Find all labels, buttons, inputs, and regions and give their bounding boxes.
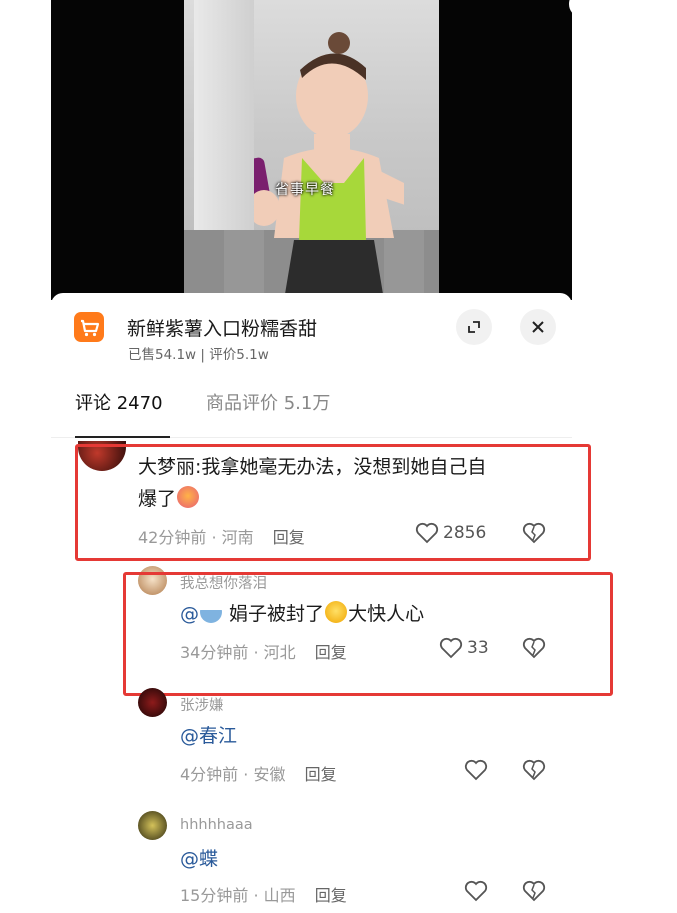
- comment-text: @春江: [180, 720, 237, 752]
- expand-button[interactable]: [456, 309, 492, 345]
- shopping-cart-icon: [74, 312, 104, 342]
- close-button[interactable]: [520, 309, 556, 345]
- dislike-button[interactable]: [522, 759, 546, 785]
- video-person: [254, 32, 404, 300]
- mention-link[interactable]: @春江: [180, 725, 237, 747]
- mention-link[interactable]: @蝶: [180, 848, 218, 870]
- comment-username[interactable]: hhhhhaaa: [180, 817, 253, 833]
- reply-button[interactable]: 回复: [305, 765, 337, 784]
- comment-time: 4分钟前: [180, 765, 239, 784]
- like-button[interactable]: [464, 759, 488, 781]
- avatar[interactable]: [138, 811, 167, 840]
- comment-username[interactable]: 张涉嫌: [180, 694, 224, 715]
- comment-meta: 4分钟前 · 安徽 回复: [180, 765, 337, 784]
- highlight-box: [123, 572, 613, 696]
- comment-meta: 15分钟前 · 山西 回复: [180, 886, 347, 905]
- video-player[interactable]: [51, 0, 572, 300]
- search-icon[interactable]: [569, 0, 572, 18]
- reply-button[interactable]: 回复: [315, 886, 347, 905]
- product-sales: 已售54.1w | 评价5.1w: [128, 347, 269, 363]
- highlight-box: [75, 444, 591, 561]
- avatar[interactable]: [138, 688, 167, 717]
- comment-location: 安徽: [253, 765, 286, 784]
- dislike-button[interactable]: [522, 880, 546, 906]
- close-icon: [532, 321, 544, 333]
- tab-comments[interactable]: 评论 2470: [75, 389, 163, 415]
- comment-time: 15分钟前: [180, 886, 249, 905]
- expand-icon: [468, 321, 480, 333]
- broken-heart-icon: [522, 759, 546, 781]
- heart-icon: [464, 759, 488, 781]
- tab-active-indicator: [75, 436, 170, 438]
- tab-product-reviews[interactable]: 商品评价 5.1万: [206, 389, 330, 415]
- comment-text: @蝶: [180, 843, 218, 875]
- video-caption: 省事早餐: [275, 182, 335, 198]
- comment-location: 山西: [263, 886, 296, 905]
- product-title[interactable]: 新鲜紫薯入口粉糯香甜: [127, 314, 317, 341]
- video-frame: [184, 0, 439, 300]
